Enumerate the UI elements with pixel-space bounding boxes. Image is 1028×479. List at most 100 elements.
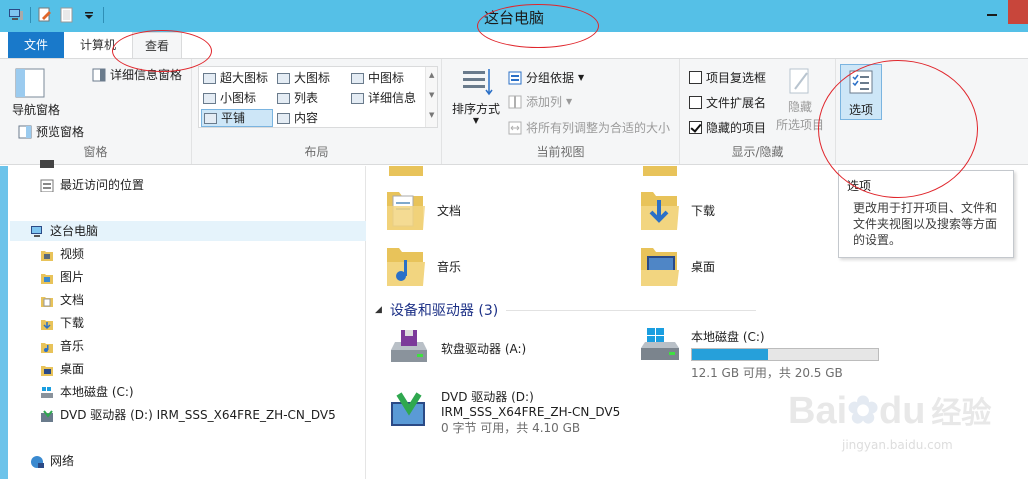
nav-item-downloads[interactable]: 下载 — [40, 313, 84, 333]
drive-tile-dvd[interactable]: DVD 驱动器 (D:) IRM_SSS_X64FRE_ZH-CN_DV5 0 … — [387, 388, 620, 436]
extra-large-icons-icon — [203, 72, 216, 84]
drive-tile-floppy[interactable]: 软盘驱动器 (A:) — [387, 328, 526, 368]
folder-label-music: 音乐 — [437, 259, 462, 274]
folder-tile-documents[interactable]: 文档 — [385, 186, 461, 234]
size-all-columns-button[interactable]: 将所有列调整为合适的大小 — [508, 119, 670, 136]
expand-gallery-icon[interactable]: ▼ — [429, 111, 434, 119]
tab-computer[interactable]: 计算机 — [70, 32, 126, 58]
folder-icon — [40, 160, 54, 168]
nav-item-dvd-drive[interactable]: DVD 驱动器 (D:) IRM_SSS_X64FRE_ZH-CN_DV5 — [40, 405, 336, 425]
nav-item-this-pc[interactable]: 这台电脑 — [30, 221, 98, 241]
layout-extra-large-icons[interactable]: 超大图标 — [203, 69, 268, 87]
section-divider — [506, 309, 757, 311]
layout-gallery-scroll[interactable]: ▲ ▼ ▼ — [425, 67, 437, 127]
tab-view[interactable]: 查看 — [132, 32, 182, 58]
collapse-icon[interactable]: ◢ — [375, 305, 382, 315]
ribbon: 导航窗格 预览窗格 详细信息窗格 窗格 超大图标 大图标 中图标 小图标 列表 … — [0, 58, 1028, 165]
ribbon-tabs: 文件 计算机 查看 — [0, 32, 1028, 58]
scroll-up-icon[interactable]: ▲ — [429, 71, 434, 79]
item-checkboxes-toggle[interactable]: 项目复选框 — [689, 69, 766, 86]
layout-gallery: 超大图标 大图标 中图标 小图标 列表 详细信息 平铺 内容 ▲ ▼ ▼ — [198, 66, 438, 128]
nav-item-videos[interactable]: 视频 — [40, 244, 84, 264]
close-button[interactable] — [1008, 0, 1028, 24]
floppy-drive-icon — [391, 330, 427, 362]
scroll-down-icon[interactable]: ▼ — [429, 91, 434, 99]
dvd-drive-icon — [391, 392, 425, 426]
layout-details[interactable]: 详细信息 — [351, 89, 416, 107]
nav-item-music[interactable]: 音乐 — [40, 336, 84, 356]
this-pc-icon — [31, 225, 42, 237]
hidden-items-checkbox[interactable] — [689, 121, 702, 134]
preview-pane-button[interactable]: 预览窗格 — [18, 123, 84, 140]
tab-file[interactable]: 文件 — [8, 32, 64, 58]
desktop-folder-icon — [641, 248, 679, 286]
options-icon — [849, 70, 873, 94]
folder-partial-icon — [643, 166, 677, 176]
layout-large-icons[interactable]: 大图标 — [277, 69, 330, 87]
drive-label-floppy: 软盘驱动器 (A:) — [441, 341, 527, 356]
hidden-items-toggle[interactable]: 隐藏的项目 — [689, 119, 766, 136]
group-by-icon — [508, 71, 522, 84]
videos-folder-icon — [41, 250, 53, 261]
medium-icons-icon — [351, 72, 364, 84]
nav-item-recent[interactable]: 最近访问的位置 — [40, 175, 144, 195]
sort-by-label: 排序方式 — [452, 102, 501, 116]
hide-selected-button[interactable]: 隐藏 所选项目 — [776, 67, 824, 133]
nav-item-local-disk[interactable]: 本地磁盘 (C:) — [40, 382, 134, 402]
folder-tile-desktop[interactable]: 桌面 — [639, 242, 715, 290]
recent-places-icon — [40, 179, 54, 192]
add-columns-chevron-icon: ▼ — [566, 97, 573, 106]
layout-small-icons[interactable]: 小图标 — [203, 89, 256, 107]
nav-label-desktop: 桌面 — [60, 362, 85, 376]
details-pane-button[interactable]: 详细信息窗格 — [92, 66, 182, 83]
layout-medium-icons[interactable]: 中图标 — [351, 69, 404, 87]
nav-item-partial[interactable] — [40, 160, 54, 170]
sort-by-button[interactable]: 排序方式 ▼ — [452, 67, 500, 125]
group-label-show-hide: 显示/隐藏 — [731, 145, 784, 159]
nav-item-documents[interactable]: 文档 — [40, 290, 84, 310]
group-label-pane: 窗格 — [83, 145, 108, 159]
nav-pane-icon — [15, 68, 45, 98]
nav-pane-button[interactable]: 导航窗格 — [12, 67, 60, 118]
sort-icon — [463, 69, 493, 96]
devices-header-label: 设备和驱动器 (3) — [389, 303, 499, 319]
music-folder-icon — [387, 248, 425, 286]
nav-item-network[interactable]: 网络 — [30, 451, 74, 471]
local-disk-icon — [41, 386, 53, 398]
downloads-folder-icon — [41, 319, 53, 330]
folder-tile-music[interactable]: 音乐 — [385, 242, 461, 290]
disk-usage-bar — [691, 348, 879, 361]
nav-label-music: 音乐 — [60, 339, 85, 353]
dvd-volume-label: IRM_SSS_X64FRE_ZH-CN_DV5 — [441, 405, 621, 419]
layout-list[interactable]: 列表 — [277, 89, 318, 107]
layout-content[interactable]: 内容 — [277, 109, 318, 127]
folder-label-desktop: 桌面 — [691, 259, 716, 274]
small-icons-icon — [203, 92, 216, 104]
local-disk-icon — [641, 328, 679, 360]
nav-label-recent: 最近访问的位置 — [60, 178, 145, 192]
layout-tiles[interactable]: 平铺 — [201, 109, 273, 127]
folder-tile-downloads[interactable]: 下载 — [639, 186, 715, 234]
item-checkboxes-label: 项目复选框 — [706, 71, 767, 85]
nav-item-pictures[interactable]: 图片 — [40, 267, 84, 287]
group-label-layout: 布局 — [304, 145, 329, 159]
folder-label-documents: 文档 — [437, 203, 462, 218]
tooltip-title: 选项 — [847, 179, 872, 193]
drive-tile-local-disk[interactable]: 本地磁盘 (C:) 12.1 GB 可用，共 20.5 GB — [639, 328, 879, 381]
options-button[interactable]: 选项 — [840, 64, 882, 120]
add-columns-button[interactable]: 添加列 ▼ — [508, 93, 572, 110]
item-checkboxes-checkbox[interactable] — [689, 71, 702, 84]
network-icon — [31, 455, 44, 468]
size-columns-icon — [508, 121, 522, 134]
file-extensions-checkbox[interactable] — [689, 96, 702, 109]
list-icon — [277, 92, 290, 104]
nav-label-documents: 文档 — [60, 293, 85, 307]
group-current-view: 排序方式 ▼ 分组依据 ▼ 添加列 ▼ 将所有列调整为合适的大小 当前视图 — [442, 59, 680, 164]
minimize-button[interactable] — [978, 0, 1006, 24]
preview-pane-icon — [18, 125, 32, 138]
file-extensions-toggle[interactable]: 文件扩展名 — [689, 94, 766, 111]
devices-section-header[interactable]: ◢ 设备和驱动器 (3) — [375, 300, 757, 320]
nav-item-desktop[interactable]: 桌面 — [40, 359, 84, 379]
group-by-button[interactable]: 分组依据 ▼ — [508, 69, 584, 86]
details-pane-icon — [92, 68, 106, 81]
